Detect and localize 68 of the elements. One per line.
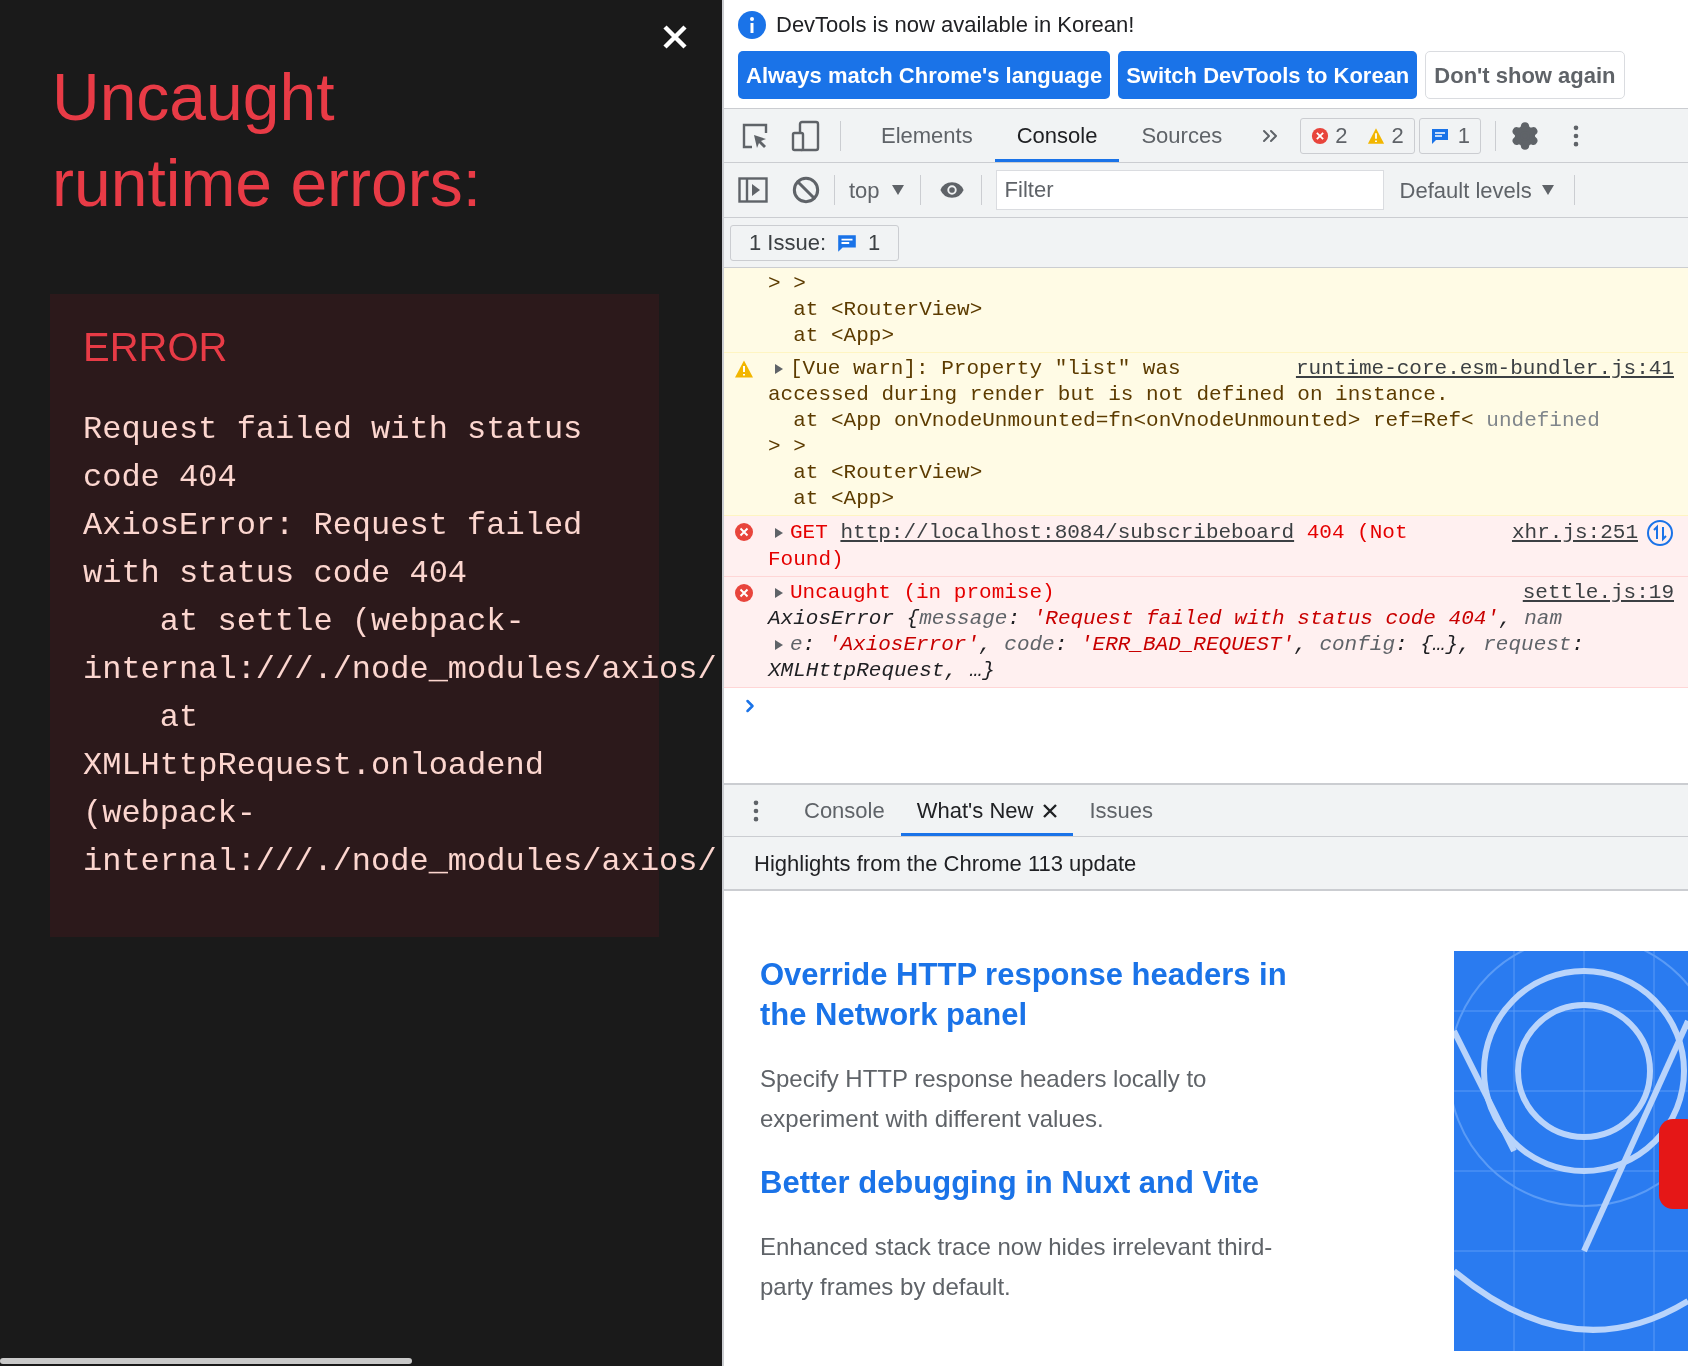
caret-icon — [891, 185, 904, 195]
source-link[interactable]: runtime-core.esm-bundler.js:41 — [1295, 356, 1674, 382]
article-description: Enhanced stack trace now hides irrelevant third-party frames by default. — [760, 1232, 1274, 1302]
article-title[interactable]: Better debugging in Nuxt and Vite — [760, 1163, 1320, 1203]
article-title[interactable]: Override HTTP response headers in the Network panel — [760, 955, 1320, 1035]
device-icon[interactable] — [790, 119, 822, 152]
warning-icon — [1367, 126, 1386, 145]
message-text: at <RouterView> — [792, 460, 983, 486]
message-text: at <App onVnodeUnmounted=fn<onVnodeUnmounted> ref=Ref< undefined — [792, 408, 1600, 434]
banner-button[interactable]: Don't show again — [1425, 51, 1625, 99]
levels-dropdown[interactable]: Default levels — [1399, 173, 1554, 207]
filter-field[interactable]: Filter — [995, 170, 1384, 210]
error-text: code 404 — [83, 458, 237, 498]
context-dropdown[interactable]: top — [849, 173, 904, 207]
message-text: at <RouterView> — [792, 297, 983, 323]
panel-tab[interactable]: Sources — [1119, 109, 1245, 162]
error-text: at — [158, 698, 199, 738]
expand-arrow-icon[interactable] — [774, 363, 784, 375]
error-icon — [1311, 126, 1330, 145]
error-text: with status code 404 — [83, 554, 468, 594]
banner-button[interactable]: Always match Chrome's language — [738, 51, 1111, 99]
error-icon — [734, 583, 754, 603]
info-icon — [738, 10, 766, 39]
error-icon — [734, 522, 754, 542]
message-text: XMLHttpRequest, …} — [768, 658, 995, 684]
overlay-title: runtime errors: — [52, 145, 482, 222]
expand-arrow-icon[interactable] — [774, 527, 784, 539]
overlay-title: Uncaught — [52, 59, 335, 136]
message-text: Found) — [768, 547, 844, 573]
banner-button[interactable]: Switch DevTools to Korean — [1118, 51, 1418, 99]
error-text: at settle (webpack- — [158, 602, 525, 642]
message-text: at <App> — [792, 486, 895, 512]
error-text: internal:///./node_modules/axios/ — [83, 650, 717, 690]
drawer-tab[interactable]: Issues — [1073, 785, 1169, 836]
banner-message: DevTools is now available in Korean! — [776, 11, 1135, 39]
close-icon[interactable] — [1043, 803, 1058, 818]
error-warning-counter[interactable]: 2 2 — [1300, 117, 1415, 154]
error-label: ERROR — [83, 324, 228, 371]
drawer-header: Highlights from the Chrome 113 update — [754, 849, 1137, 878]
sidebar-icon[interactable] — [738, 177, 768, 203]
error-text: AxiosError: Request failed — [83, 506, 583, 546]
message-text: AxiosError {message: 'Request failed with status code 404', nam — [768, 606, 1562, 632]
issues-button[interactable]: 1 Issue: 1 — [730, 224, 900, 261]
caret-icon — [1541, 185, 1554, 195]
message-text: e: 'AxiosError', code: 'ERR_BAD_REQUEST', config: {…}, request: — [790, 632, 1585, 658]
expand-arrow-icon[interactable] — [774, 639, 784, 651]
message-text: Uncaught (in promise) — [790, 580, 1055, 606]
settings-icon[interactable] — [1509, 120, 1540, 151]
network-icon[interactable] — [1646, 519, 1674, 547]
source-link[interactable]: xhr.js:251 — [1511, 520, 1638, 546]
error-text: internal:///./node_modules/axios/ — [83, 842, 717, 882]
panel-tab[interactable]: Elements — [859, 109, 995, 162]
clear-console-icon[interactable] — [792, 176, 820, 204]
expand-arrow-icon[interactable] — [774, 587, 784, 599]
message-text: GET http://localhost:8084/subscribeboard 404 (Not — [790, 520, 1408, 546]
article-description: Specify HTTP response headers locally to experiment with different values. — [760, 1064, 1208, 1134]
issues-counter[interactable]: 1 — [1418, 117, 1481, 154]
message-text: at <App> — [792, 323, 895, 349]
warning-icon — [734, 359, 754, 379]
message-text: accessed during render but is not defined on instance. — [768, 382, 1449, 408]
message-text: > > — [768, 434, 806, 460]
message-text: [Vue warn]: Property "list" was — [790, 356, 1181, 382]
error-text: Request failed with status — [83, 410, 583, 450]
error-text: XMLHttpRequest.onloadend — [83, 746, 544, 786]
drawer-tab[interactable]: Console — [788, 785, 901, 836]
source-link[interactable]: settle.js:19 — [1522, 580, 1674, 606]
error-text: (webpack- — [83, 794, 256, 834]
message-text: > > — [768, 271, 806, 297]
